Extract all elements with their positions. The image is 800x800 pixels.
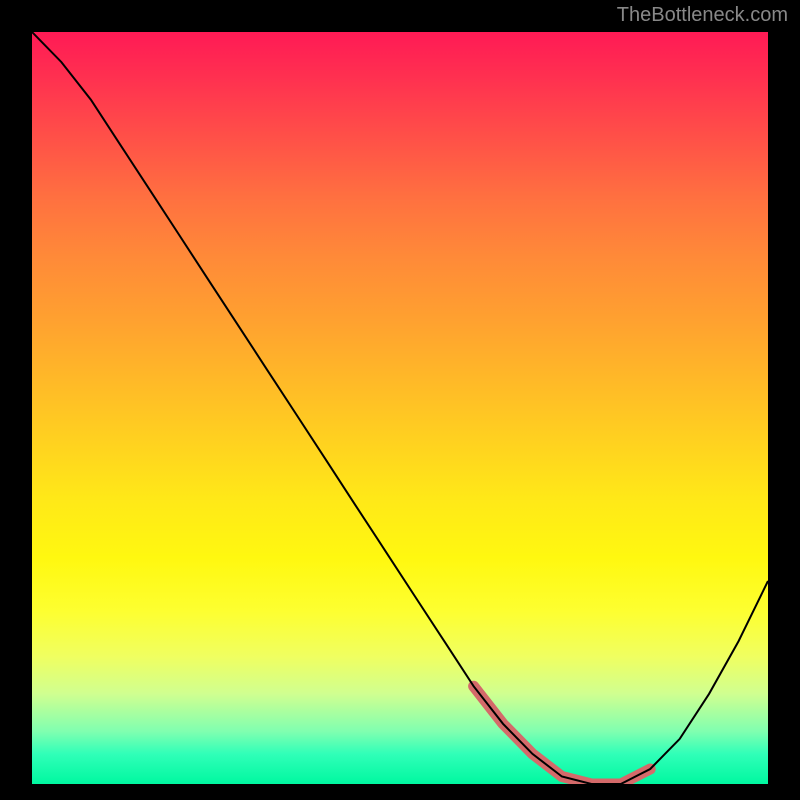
watermark-text: TheBottleneck.com — [617, 4, 788, 27]
chart-plot-area — [32, 32, 768, 784]
bottleneck-curve — [32, 32, 768, 784]
optimal-range-highlight — [474, 686, 651, 784]
chart-svg — [32, 32, 768, 784]
